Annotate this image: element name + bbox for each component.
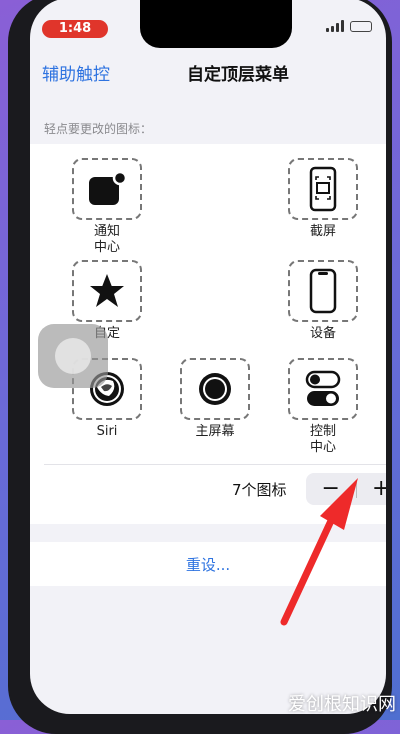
icon-cell-screenshot[interactable]: 截屏 [286, 158, 360, 240]
phone-frame: 1:48 辅助触控 自定顶层菜单 轻点要更改的图标： 通知 中心 截屏 设备 S… [8, 0, 392, 734]
assistive-touch-button[interactable] [38, 324, 108, 388]
icon-cell-device[interactable]: 设备 [286, 260, 360, 342]
screenshot-icon [309, 166, 337, 212]
decrement-button[interactable]: − [306, 473, 356, 505]
increment-button[interactable]: + [357, 473, 386, 505]
section-label: 轻点要更改的图标： [44, 122, 153, 136]
page-title: 自定顶层菜单 [187, 65, 289, 85]
icon-label: 控制 中心 [309, 424, 336, 455]
battery-icon [350, 20, 372, 32]
screen: 1:48 辅助触控 自定顶层菜单 轻点要更改的图标： 通知 中心 截屏 设备 S… [30, 0, 386, 714]
icon-count-stepper: − + [306, 473, 386, 505]
reset-row: 重设... [30, 542, 386, 586]
reset-button[interactable]: 重设... [30, 554, 386, 575]
notch [140, 0, 292, 48]
icon-count-row: 7个图标 − + [44, 464, 386, 513]
signal-icon [326, 20, 344, 32]
icon-cell-notification-center[interactable]: 通知 中心 [70, 158, 144, 256]
icon-label: Siri [96, 424, 118, 439]
watermark: 爱创根知识网 [288, 694, 396, 715]
control-center-icon [305, 370, 341, 406]
nav-bar: 辅助触控 自定顶层菜单 [30, 56, 386, 92]
notification-center-icon [89, 171, 127, 205]
icon-cell-control-center[interactable]: 控制 中心 [286, 358, 360, 456]
icon-cell-home[interactable]: 主屏幕 [178, 358, 252, 440]
status-time: 1:48 [42, 20, 108, 38]
icon-label: 通知 中心 [93, 224, 120, 255]
home-icon [199, 373, 231, 405]
device-icon [309, 268, 337, 314]
icon-count-label: 7个图标 [232, 481, 287, 499]
assistive-touch-dot [55, 338, 91, 374]
icon-label: 主屏幕 [195, 424, 235, 439]
icon-label: 截屏 [309, 224, 336, 239]
status-icons [326, 20, 372, 32]
icon-label: 设备 [309, 326, 336, 341]
star-icon [90, 274, 124, 307]
